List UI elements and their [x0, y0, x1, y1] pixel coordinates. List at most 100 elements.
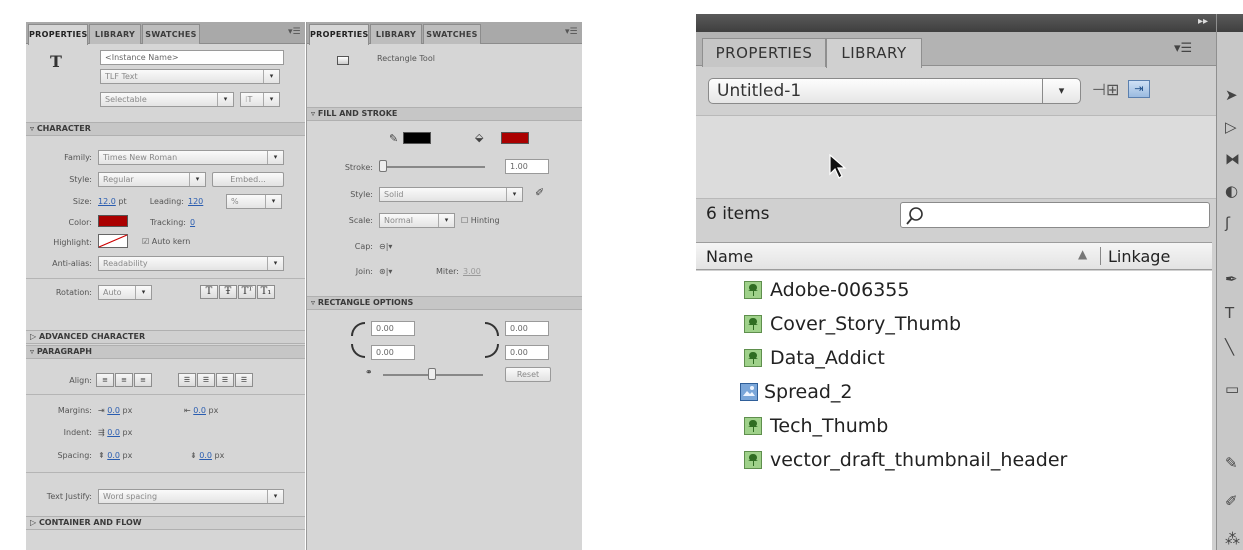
justify-right-icon[interactable]: ☰ [216, 373, 234, 387]
pen-tool-icon[interactable]: ✒ [1225, 270, 1243, 288]
hinting-checkbox[interactable]: ☐ Hinting [461, 216, 500, 225]
align-left-icon[interactable]: ≡ [96, 373, 114, 387]
type-superscript-icon[interactable]: Tᵀ [238, 285, 256, 299]
stroke-width-input[interactable]: 1.00 [505, 159, 549, 174]
text-type-select[interactable]: TLF Text ▾ [100, 69, 280, 84]
sort-ascending-icon[interactable]: ▲ [1078, 247, 1087, 261]
align-right-icon[interactable]: ≡ [134, 373, 152, 387]
tab-library[interactable]: LIBRARY [370, 24, 422, 44]
highlight-none-swatch[interactable] [98, 234, 128, 248]
type-strikethrough-icon[interactable]: Ŧ [219, 285, 237, 299]
library-item-data-addict[interactable]: Data_Addict [696, 343, 1212, 373]
tracking-value[interactable]: 0 [190, 218, 195, 227]
link-corners-icon[interactable]: ⚭ [365, 368, 373, 378]
character-section-header[interactable]: ▿ CHARACTER [26, 122, 305, 136]
pencil-tool-icon[interactable]: ✎ [1225, 454, 1243, 472]
free-transform-tool-icon[interactable]: ⧓ [1225, 150, 1243, 168]
fill-stroke-section-header[interactable]: ▿ FILL AND STROKE [307, 107, 582, 121]
spacing-before-field[interactable]: ⇞ 0.0 px [98, 451, 132, 460]
pin-library-icon[interactable]: ⊣⊞ [1092, 80, 1119, 99]
instance-name-input[interactable]: <Instance Name> [100, 50, 284, 65]
rectangle-options-section-header[interactable]: ▿ RECTANGLE OPTIONS [307, 296, 582, 310]
size-field[interactable]: 12.0 pt [98, 197, 127, 206]
new-library-panel-icon[interactable]: ⇥ [1128, 80, 1150, 98]
tab-library[interactable]: LIBRARY [89, 24, 141, 44]
spacing-after-field[interactable]: ⇟ 0.0 px [190, 451, 224, 460]
align-center-icon[interactable]: ≡ [115, 373, 133, 387]
indent-field[interactable]: ⇶ 0.0 px [98, 428, 132, 437]
justify-center-icon[interactable]: ☰ [197, 373, 215, 387]
justify-all-icon[interactable]: ☰ [235, 373, 253, 387]
name-column-header[interactable]: Name [706, 247, 753, 266]
type-normal-icon[interactable]: T [200, 285, 218, 299]
selection-tool-icon[interactable]: ➤ [1225, 86, 1243, 104]
3d-rotation-tool-icon[interactable]: ◐ [1225, 182, 1243, 200]
library-item-list: Adobe-006355 Cover_Story_Thumb Data_Addi… [696, 271, 1212, 550]
join-select[interactable]: ⊛|▾ [379, 267, 392, 276]
font-family-select[interactable]: Times New Roman ▾ [98, 150, 284, 165]
margin-right-field[interactable]: ⇤ 0.0 px [184, 406, 218, 415]
rectangle-tool-icon[interactable]: ▭ [1225, 380, 1243, 398]
text-color-swatch[interactable] [98, 215, 128, 227]
corner-radius-slider-thumb[interactable] [428, 368, 436, 380]
text-justify-select[interactable]: Word spacing ▾ [98, 489, 284, 504]
collapse-panel-icon[interactable]: ▸▸ [1198, 16, 1208, 27]
corner-tl-input[interactable]: 0.00 [371, 321, 415, 336]
text-type-value: TLF Text [105, 72, 138, 81]
corner-br-input[interactable]: 0.00 [505, 345, 549, 360]
tab-properties[interactable]: PROPERTIES [309, 24, 369, 45]
leading-value[interactable]: 120 [188, 197, 203, 206]
library-item-vector-draft-thumbnail-header[interactable]: vector_draft_thumbnail_header [696, 445, 1212, 475]
type-subscript-icon[interactable]: T₁ [257, 285, 275, 299]
auto-kern-checkbox[interactable]: ☑ Auto kern [142, 237, 190, 246]
miter-value[interactable]: 3.00 [463, 267, 481, 276]
container-flow-section-header[interactable]: ▷ CONTAINER AND FLOW [26, 516, 305, 530]
tab-library[interactable]: LIBRARY [826, 38, 922, 68]
leading-unit-select[interactable]: % ▾ [226, 194, 282, 209]
orientation-select[interactable]: ⁝T ▾ [240, 92, 280, 107]
corner-bl-input[interactable]: 0.00 [371, 345, 415, 360]
stroke-slider[interactable] [379, 166, 485, 168]
panel-menu-icon[interactable]: ▾☰ [288, 27, 301, 37]
stroke-color-swatch[interactable] [403, 132, 431, 144]
scale-select[interactable]: Normal ▾ [379, 213, 455, 228]
library-item-spread-2[interactable]: Spread_2 [696, 377, 1212, 407]
text-tool-icon[interactable]: T [1225, 304, 1243, 322]
library-search-input[interactable] [900, 202, 1210, 228]
selectable-select[interactable]: Selectable ▾ [100, 92, 234, 107]
panel-menu-icon[interactable]: ▾☰ [1174, 41, 1192, 56]
subselection-tool-icon[interactable]: ▷ [1225, 118, 1243, 136]
font-style-select[interactable]: Regular ▾ [98, 172, 206, 187]
fill-color-swatch[interactable] [501, 132, 529, 144]
anti-alias-select[interactable]: Readability ▾ [98, 256, 284, 271]
paragraph-section-header[interactable]: ▿ PARAGRAPH [26, 345, 305, 359]
bitmap-icon [744, 315, 762, 333]
stroke-style-select[interactable]: Solid ▾ [379, 187, 523, 202]
lasso-tool-icon[interactable]: ʃ [1225, 214, 1243, 232]
deco-tool-icon[interactable]: ⁂ [1225, 530, 1243, 548]
cap-select[interactable]: ⊖|▾ [379, 242, 392, 251]
corner-tr-input[interactable]: 0.00 [505, 321, 549, 336]
rotation-select[interactable]: Auto ▾ [98, 285, 152, 300]
document-select[interactable]: Untitled-1 ▾ [708, 78, 1081, 104]
stroke-slider-thumb[interactable] [379, 160, 387, 172]
tab-properties[interactable]: PROPERTIES [702, 38, 826, 67]
chevron-down-icon: ▾ [267, 490, 283, 503]
margin-left-field[interactable]: ⇥ 0.0 px [98, 406, 132, 415]
justify-left-icon[interactable]: ☰ [178, 373, 196, 387]
brush-tool-icon[interactable]: ✐ [1225, 492, 1243, 510]
library-item-cover-story-thumb[interactable]: Cover_Story_Thumb [696, 309, 1212, 339]
tab-swatches[interactable]: SWATCHES [142, 24, 200, 44]
edit-stroke-style-icon[interactable]: ✐ [535, 186, 544, 199]
tab-properties[interactable]: PROPERTIES [28, 24, 88, 45]
library-item-adobe-006355[interactable]: Adobe-006355 [696, 275, 1212, 305]
panel-menu-icon[interactable]: ▾☰ [565, 27, 578, 37]
embed-button[interactable]: Embed... [212, 172, 284, 187]
library-item-tech-thumb[interactable]: Tech_Thumb [696, 411, 1212, 441]
advanced-character-section-header[interactable]: ▷ ADVANCED CHARACTER [26, 330, 305, 344]
reset-button[interactable]: Reset [505, 367, 551, 382]
line-tool-icon[interactable]: ╲ [1225, 338, 1243, 356]
linkage-column-header[interactable]: Linkage [1108, 247, 1170, 266]
stroke-label: Stroke: [344, 163, 373, 172]
tab-swatches[interactable]: SWATCHES [423, 24, 481, 44]
